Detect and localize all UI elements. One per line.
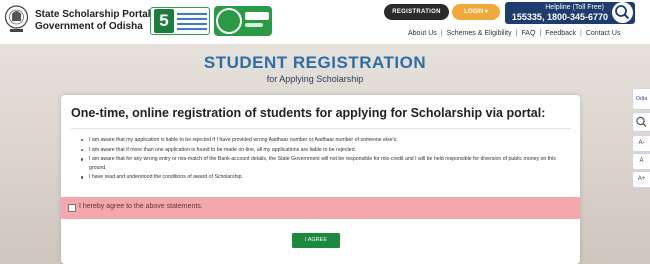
login-dropdown-button[interactable]: LOGIN ▾ xyxy=(452,4,500,20)
side-search-button[interactable] xyxy=(632,112,650,132)
declaration-item: I am aware that my application is liable… xyxy=(81,136,566,144)
declaration-item: I am aware that for any wrong entry or m… xyxy=(81,155,566,172)
search-icon xyxy=(636,116,647,127)
helpline-search-button[interactable] xyxy=(612,2,633,23)
agree-checkbox[interactable] xyxy=(68,204,76,212)
nav-separator: | xyxy=(580,30,582,37)
nav-feedback[interactable]: Feedback xyxy=(545,30,576,37)
nav-contact-us[interactable]: Contact Us xyxy=(586,30,621,37)
nav-separator: | xyxy=(440,30,443,37)
mo-sarkar-logo-icon xyxy=(214,6,272,36)
helpline-box: Helpline (Toll Free) 155335, 1800-345-67… xyxy=(505,2,635,24)
page-subtitle: for Applying Scholarship xyxy=(266,74,364,84)
page-title: STUDENT REGISTRATION xyxy=(203,53,427,72)
government-name: Government of Odisha xyxy=(35,21,143,32)
i-agree-button[interactable]: I AGREE xyxy=(292,233,340,248)
nav-separator: | xyxy=(515,30,518,37)
search-icon xyxy=(615,5,630,20)
main-nav: About Us | Schemes & Eligibility | FAQ |… xyxy=(408,30,620,37)
declaration-item: I have read and understood the condition… xyxy=(81,173,566,181)
nav-faq[interactable]: FAQ xyxy=(521,30,535,37)
agree-row: I hereby agree to the above statements. xyxy=(61,197,580,219)
registration-card: One-time, online registration of student… xyxy=(61,95,580,264)
declaration-list: I am aware that my application is liable… xyxy=(81,136,566,183)
font-decrease-button[interactable]: A- xyxy=(632,135,650,152)
agree-label[interactable]: I hereby agree to the above statements. xyxy=(79,203,203,210)
portal-name: State Scholarship Portal xyxy=(35,9,151,20)
helpline-numbers: 155335, 1800-345-6770 xyxy=(511,12,608,22)
font-normal-button[interactable]: A xyxy=(632,153,650,170)
language-toggle[interactable]: Odia xyxy=(632,88,650,110)
5t-logo-icon: 5 xyxy=(150,7,210,35)
odisha-emblem-icon xyxy=(4,5,29,32)
divider xyxy=(71,128,571,129)
registration-button[interactable]: REGISTRATION xyxy=(384,4,449,20)
font-increase-button[interactable]: A+ xyxy=(632,171,650,188)
site-header: State Scholarship Portal Government of O… xyxy=(0,0,650,44)
nav-about-us[interactable]: About Us xyxy=(408,30,437,37)
nav-schemes-eligibility[interactable]: Schemes & Eligibility xyxy=(447,30,512,37)
helpline-label: Helpline (Toll Free) xyxy=(545,4,604,11)
declaration-item: I am aware that if more than one applica… xyxy=(81,146,566,154)
nav-separator: | xyxy=(539,30,542,37)
card-title: One-time, online registration of student… xyxy=(71,106,546,120)
